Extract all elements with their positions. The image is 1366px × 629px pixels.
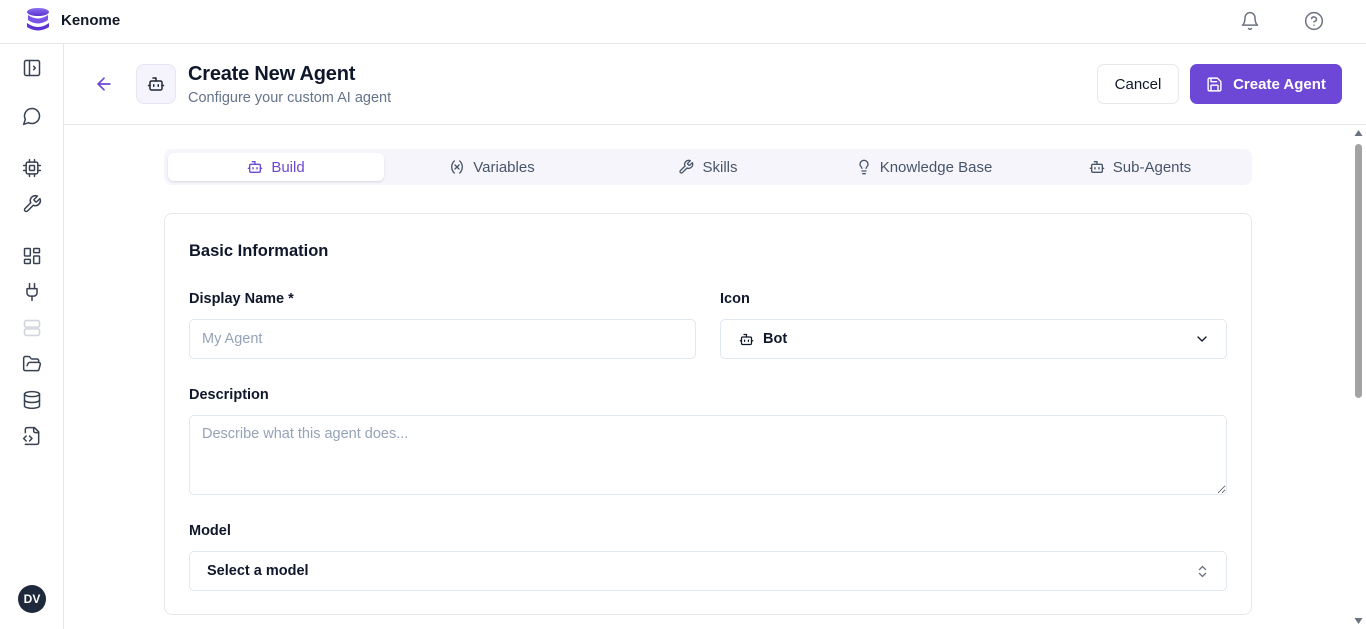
tab-knowledge-base[interactable]: Knowledge Base: [816, 153, 1032, 181]
icon-label: Icon: [720, 291, 750, 307]
panel-toggle-icon[interactable]: [22, 58, 42, 78]
file-code-icon[interactable]: [22, 426, 42, 446]
tab-label: Knowledge Base: [879, 158, 993, 176]
description-textarea[interactable]: [189, 415, 1227, 495]
bell-icon[interactable]: [1240, 11, 1260, 31]
plug-icon[interactable]: [22, 282, 42, 302]
server-icon: [22, 318, 42, 338]
bot-icon: [739, 332, 754, 347]
basic-information-card: Basic Information Display Name * Icon Bo…: [164, 213, 1252, 615]
bot-icon: [1089, 159, 1105, 175]
brand[interactable]: Kenome: [24, 6, 120, 34]
model-label: Model: [189, 523, 231, 539]
bot-icon: [147, 75, 165, 93]
agents-icon[interactable]: [22, 158, 42, 178]
cancel-button[interactable]: Cancel: [1097, 64, 1179, 104]
save-icon: [1206, 76, 1223, 93]
page-header: Create New Agent Configure your custom A…: [64, 44, 1366, 125]
tab-label: Variables: [473, 158, 535, 176]
apps-grid-icon[interactable]: [22, 246, 42, 266]
display-name-label: Display Name *: [189, 291, 294, 307]
database-icon[interactable]: [22, 390, 42, 410]
top-bar: Kenome: [0, 0, 1366, 44]
page-title: Create New Agent: [188, 63, 356, 85]
tab-build[interactable]: Build: [168, 153, 384, 181]
page-subtitle: Configure your custom AI agent: [188, 90, 392, 106]
tab-label: Sub-Agents: [1112, 158, 1192, 176]
help-icon[interactable]: [1304, 11, 1324, 31]
chat-icon[interactable]: [22, 106, 42, 126]
description-label: Description: [189, 387, 269, 403]
create-agent-button[interactable]: Create Agent: [1190, 64, 1342, 104]
app-name: Kenome: [61, 11, 121, 29]
scroll-down-arrow-icon[interactable]: [1354, 617, 1363, 625]
chevrons-up-down-icon: [1195, 564, 1210, 579]
chevron-down-icon: [1194, 331, 1210, 347]
model-select[interactable]: Select a model: [189, 551, 1227, 591]
tab-bar: Build Variables Skills Knowledge Base Su…: [164, 149, 1252, 185]
agent-avatar: [136, 64, 176, 104]
sidebar: DV: [0, 44, 64, 629]
display-name-input[interactable]: [189, 319, 696, 359]
tools-icon[interactable]: [22, 194, 42, 214]
create-agent-label: Create Agent: [1233, 75, 1326, 93]
scroll-up-arrow-icon[interactable]: [1354, 129, 1363, 137]
wrench-icon: [678, 159, 694, 175]
icon-select[interactable]: Bot: [720, 319, 1227, 359]
tab-label: Build: [271, 158, 305, 176]
tab-label: Skills: [702, 158, 738, 176]
tab-skills[interactable]: Skills: [600, 153, 816, 181]
section-title: Basic Information: [189, 242, 329, 260]
kenome-logo-icon: [24, 6, 52, 34]
user-avatar[interactable]: DV: [18, 585, 46, 613]
model-select-value: Select a model: [207, 563, 309, 579]
folder-open-icon[interactable]: [22, 354, 42, 374]
variable-icon: [449, 159, 465, 175]
vertical-scrollbar[interactable]: [1351, 125, 1366, 629]
scroll-thumb[interactable]: [1355, 144, 1362, 398]
lightbulb-icon: [856, 159, 872, 175]
bot-icon: [247, 159, 263, 175]
tab-sub-agents[interactable]: Sub-Agents: [1032, 153, 1248, 181]
tab-variables[interactable]: Variables: [384, 153, 600, 181]
icon-select-value: Bot: [763, 331, 788, 347]
back-arrow-icon[interactable]: [94, 74, 114, 94]
